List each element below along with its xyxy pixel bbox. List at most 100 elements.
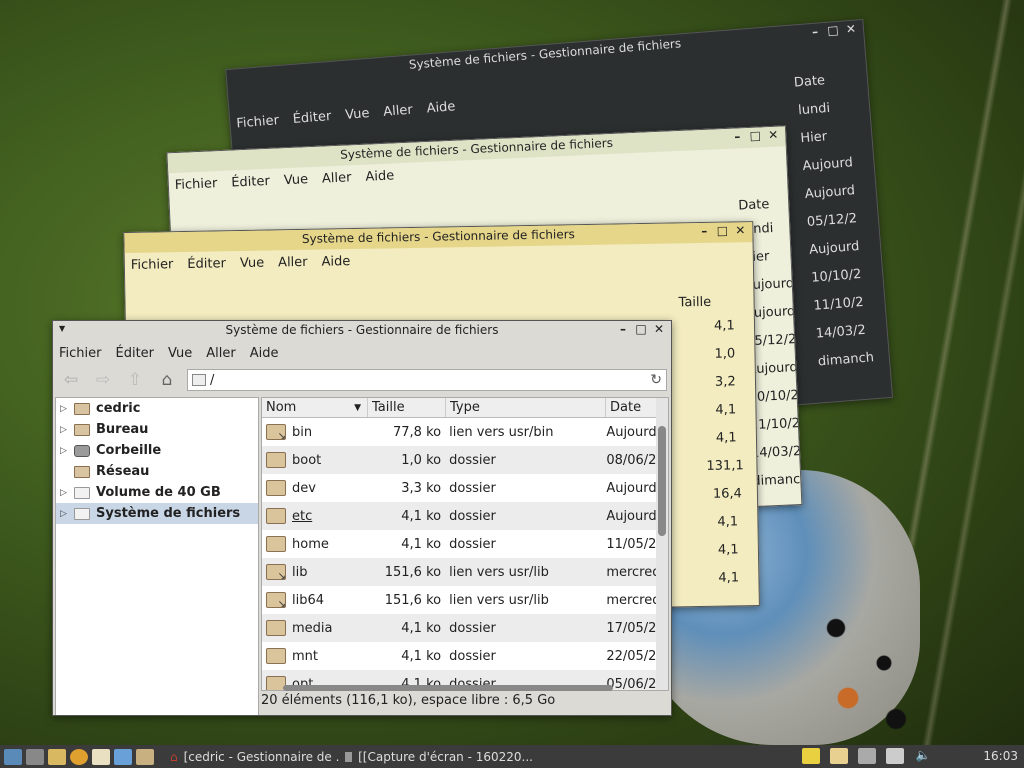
close-icon[interactable]: ✕ — [651, 322, 667, 336]
sidebar-item-corbeille[interactable]: ▷ Corbeille — [56, 440, 258, 461]
menu-aller[interactable]: Aller — [322, 170, 352, 186]
column-header-nom[interactable]: Nom ▼ — [262, 398, 368, 417]
taskbar-task-screenshot[interactable]: [[Capture d'écran - 160220... — [339, 746, 539, 767]
minimize-icon[interactable]: – — [615, 322, 631, 336]
window-titlebar[interactable]: ▼ Système de fichiers - Gestionnaire de … — [53, 321, 671, 341]
file-name: boot — [292, 452, 322, 468]
folder-icon — [266, 480, 286, 496]
menu-editer[interactable]: Éditer — [292, 109, 332, 127]
close-icon[interactable]: ✕ — [765, 128, 782, 143]
up-arrow-icon[interactable]: ⇧ — [123, 370, 147, 390]
minimize-icon[interactable]: – — [729, 129, 746, 144]
start-menu-icon[interactable] — [4, 748, 22, 765]
minimize-icon[interactable]: – — [807, 24, 824, 39]
maximize-icon[interactable]: □ — [714, 223, 730, 238]
column-header-type[interactable]: Type — [446, 398, 606, 417]
table-row[interactable]: home4,1 kodossier11/05/2016 — [262, 530, 668, 558]
reload-icon[interactable]: ↻ — [650, 372, 662, 388]
menu-editer[interactable]: Éditer — [231, 173, 270, 190]
sidebar-item-reseau[interactable]: Réseau — [56, 461, 258, 482]
date-cell: Aujourd — [804, 183, 856, 203]
sidebar-item-label: Volume de 40 GB — [96, 485, 221, 500]
table-row[interactable]: bin77,8 kolien vers usr/binAujourd'hui — [262, 418, 668, 446]
folder-icon — [266, 620, 286, 636]
maximize-icon[interactable]: □ — [824, 23, 841, 38]
network-icon[interactable] — [858, 748, 876, 764]
menu-editer[interactable]: Éditer — [116, 346, 155, 361]
menu-aller[interactable]: Aller — [206, 346, 235, 361]
minimize-icon[interactable]: – — [696, 224, 712, 238]
vertical-scrollbar[interactable] — [656, 398, 668, 690]
battery-icon[interactable] — [886, 748, 904, 764]
menu-vue[interactable]: Vue — [345, 106, 370, 123]
mail-icon[interactable] — [830, 748, 848, 764]
table-row[interactable]: mnt4,1 kodossier22/05/2016 — [262, 642, 668, 670]
package-icon[interactable] — [136, 748, 154, 765]
expand-arrow-icon[interactable]: ▷ — [60, 425, 74, 435]
taskbar-task-file-manager[interactable]: ⌂ [cedric - Gestionnaire de ... — [164, 746, 339, 767]
menu-fichier[interactable]: Fichier — [59, 346, 102, 361]
settings-icon[interactable] — [114, 748, 132, 765]
location-bar[interactable]: / ↻ — [187, 369, 667, 391]
back-arrow-icon[interactable]: ⇦ — [59, 370, 83, 390]
sidebar-item-cedric[interactable]: ▷ cedric — [56, 398, 258, 419]
file-type: dossier — [449, 620, 496, 636]
date-cell: Aujourd — [808, 238, 860, 258]
size-cell: 4,1 — [717, 542, 739, 558]
menu-aide[interactable]: Aide — [426, 99, 456, 116]
maximize-icon[interactable]: □ — [747, 128, 764, 143]
clock[interactable]: 16:03 — [983, 749, 1018, 763]
toolbar: ⇦ ⇨ ⇧ ⌂ / ↻ — [53, 365, 671, 395]
notes-icon[interactable] — [802, 748, 820, 764]
menu-fichier[interactable]: Fichier — [175, 176, 218, 193]
table-row[interactable]: media4,1 kodossier17/05/2016 — [262, 614, 668, 642]
menu-aller[interactable]: Aller — [278, 254, 308, 270]
table-row[interactable]: boot1,0 kodossier08/06/2016 — [262, 446, 668, 474]
maximize-icon[interactable]: □ — [633, 322, 649, 336]
expand-arrow-icon[interactable]: ▷ — [60, 404, 74, 414]
table-row[interactable]: etc4,1 kodossierAujourd'hui — [262, 502, 668, 530]
scrollbar-thumb[interactable] — [658, 426, 666, 536]
table-row[interactable]: lib151,6 kolien vers usr/libmercredi — [262, 558, 668, 586]
menu-aide[interactable]: Aide — [321, 254, 350, 269]
sidebar-item-systeme[interactable]: ▷ Système de fichiers — [56, 503, 258, 524]
menu-aller[interactable]: Aller — [383, 102, 414, 119]
file-manager-window[interactable]: ▼ Système de fichiers - Gestionnaire de … — [52, 320, 672, 716]
menu-vue[interactable]: Vue — [283, 172, 308, 188]
column-header-taille[interactable]: Taille — [368, 398, 446, 417]
forward-arrow-icon[interactable]: ⇨ — [91, 370, 115, 390]
terminal-icon[interactable] — [26, 748, 44, 765]
home-icon[interactable]: ⌂ — [155, 370, 179, 390]
scrollbar-thumb[interactable] — [283, 685, 613, 691]
volume-icon[interactable]: 🔈 — [914, 748, 932, 764]
file-type: dossier — [449, 648, 496, 664]
expand-arrow-icon[interactable]: ▷ — [60, 509, 74, 519]
menu-fichier[interactable]: Fichier — [131, 257, 174, 273]
sidebar-item-volume[interactable]: ▷ Volume de 40 GB — [56, 482, 258, 503]
table-row[interactable]: lib64151,6 kolien vers usr/libmercredi — [262, 586, 668, 614]
size-cell: 4,1 — [717, 514, 739, 530]
text-editor-icon[interactable] — [92, 748, 110, 765]
menu-vue[interactable]: Vue — [168, 346, 192, 361]
file-manager-icon[interactable] — [48, 748, 66, 765]
menu-aide[interactable]: Aide — [365, 168, 394, 184]
menu-vue[interactable]: Vue — [240, 255, 265, 270]
menu-aide[interactable]: Aide — [250, 346, 279, 361]
folder-icon — [266, 536, 286, 552]
location-path: / — [210, 372, 215, 388]
close-icon[interactable]: ✕ — [732, 223, 748, 237]
close-icon[interactable]: ✕ — [842, 21, 859, 37]
file-size: 4,1 ko — [401, 620, 442, 636]
table-row[interactable]: dev3,3 kodossierAujourd'hui — [262, 474, 668, 502]
column-header-date[interactable]: Date — [606, 398, 658, 417]
file-size: 1,0 ko — [401, 452, 442, 468]
horizontal-scrollbar[interactable] — [261, 683, 657, 693]
browser-icon[interactable] — [70, 748, 88, 765]
sidebar-item-bureau[interactable]: ▷ Bureau — [56, 419, 258, 440]
expand-arrow-icon[interactable]: ▷ — [60, 446, 74, 456]
expand-arrow-icon[interactable]: ▷ — [60, 488, 74, 498]
menu-editer[interactable]: Éditer — [187, 256, 226, 272]
date-cell: 10/10/2 — [810, 266, 862, 286]
menu-fichier[interactable]: Fichier — [236, 113, 280, 131]
screenshot-icon — [345, 751, 353, 762]
